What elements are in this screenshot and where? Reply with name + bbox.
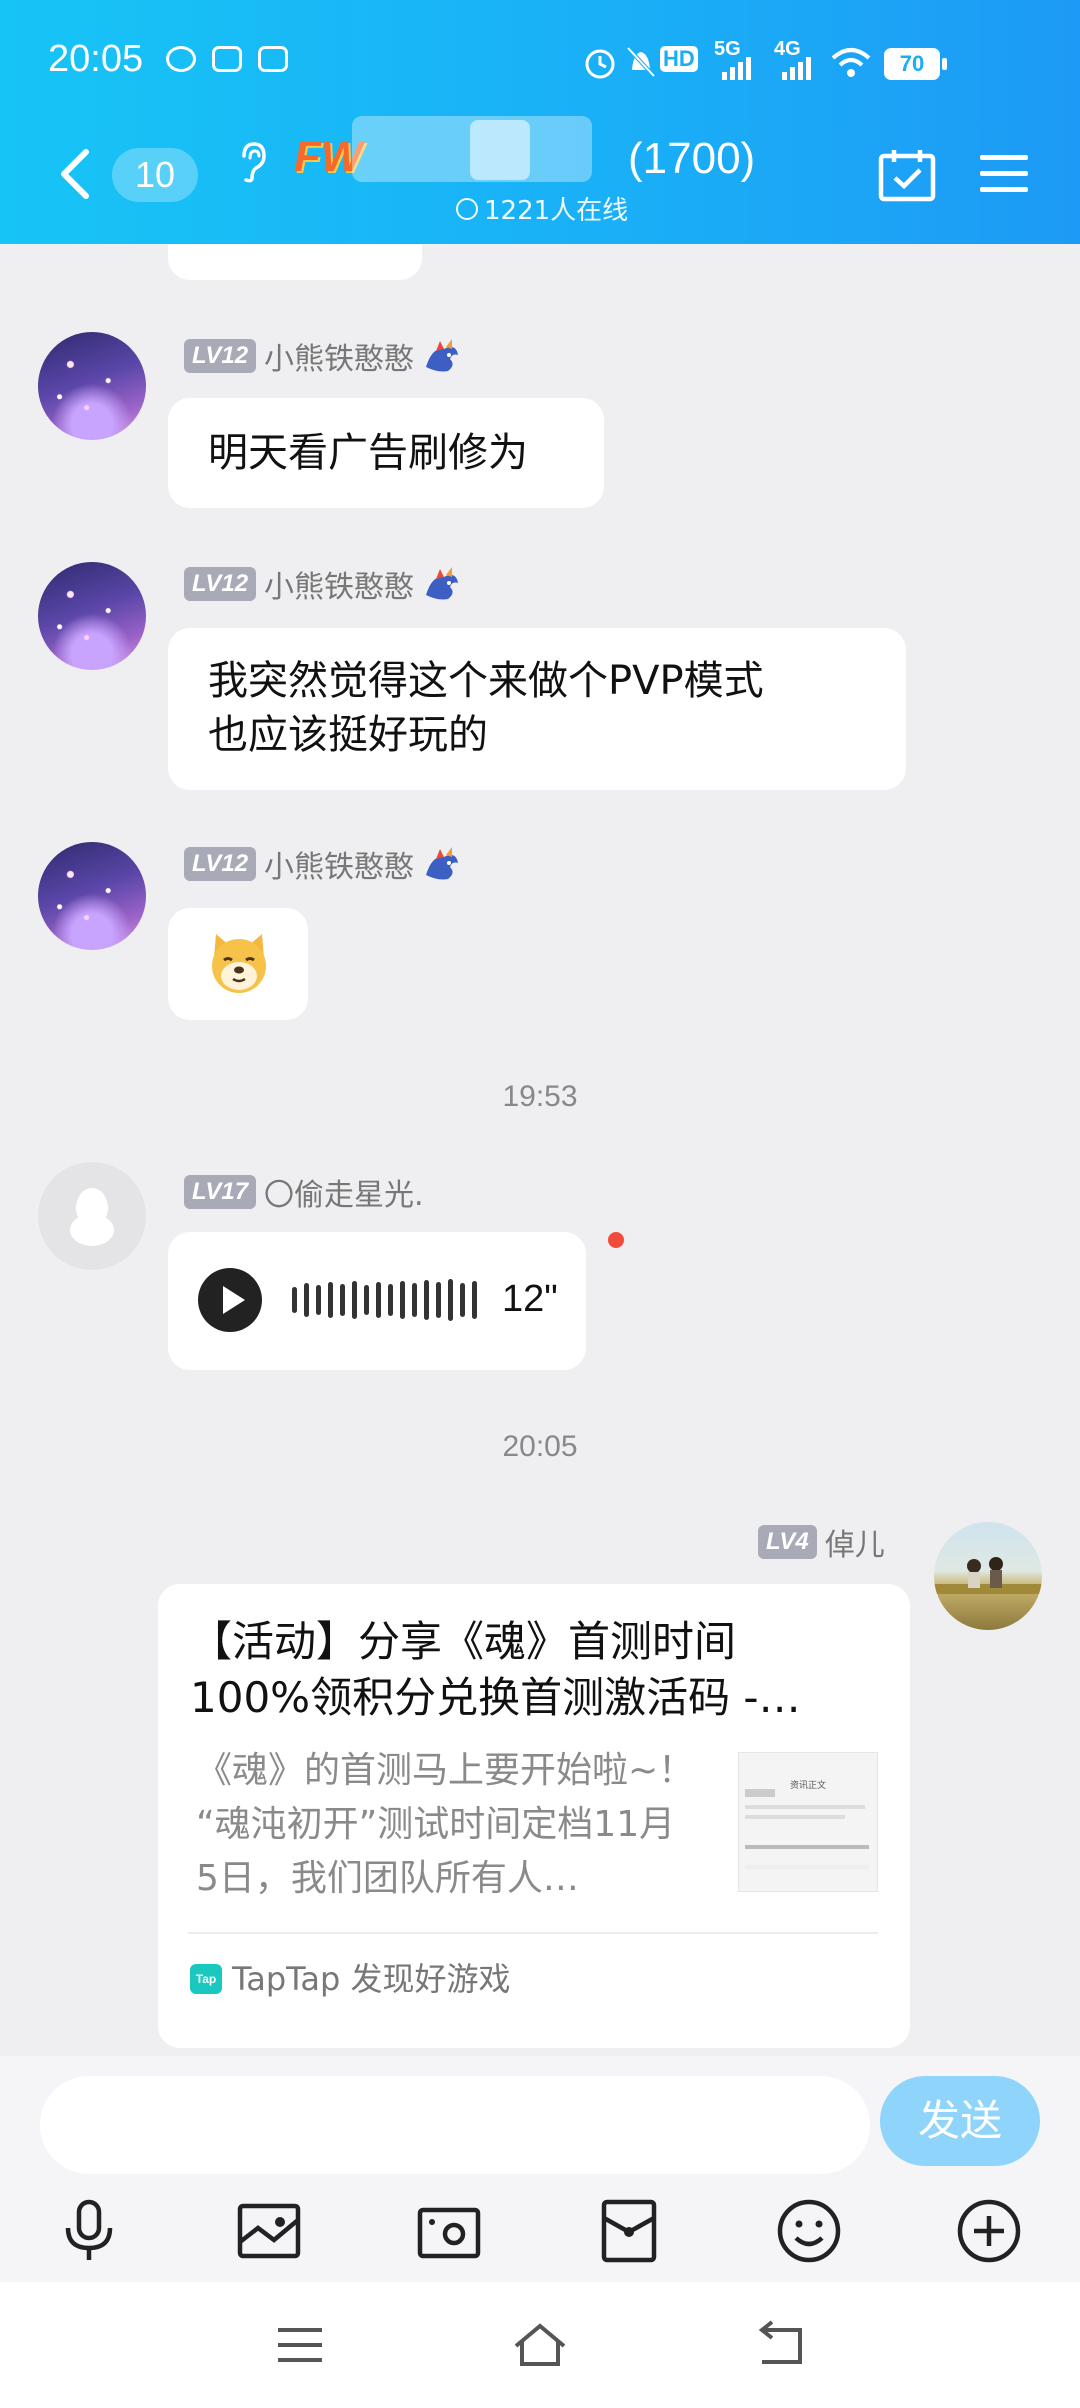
battery-indicator: 70: [884, 48, 947, 80]
doge-emoji-icon: [212, 934, 266, 993]
sender-name[interactable]: 小熊铁憨憨: [264, 842, 414, 886]
dragon-badge-icon: [426, 567, 459, 600]
camera-icon[interactable]: [414, 2196, 484, 2266]
signal-icon: [782, 57, 811, 80]
play-button[interactable]: [198, 1268, 262, 1332]
avatar[interactable]: [38, 562, 146, 670]
level-badge: LV12: [184, 339, 257, 373]
voice-message-bubble[interactable]: 12": [168, 1232, 586, 1370]
image-icon[interactable]: [234, 2196, 304, 2266]
avatar[interactable]: [38, 842, 146, 950]
signal-icon: [722, 57, 751, 80]
unread-count-badge[interactable]: 10: [112, 148, 198, 202]
voice-duration: 12": [502, 1278, 558, 1320]
back-icon[interactable]: [750, 2318, 810, 2372]
card-title[interactable]: 【活动】分享《魂》首测时间 100%领积分兑换首测激活码 -…: [190, 1614, 850, 1726]
default-penguin-avatar-icon: [70, 1188, 114, 1246]
avatar[interactable]: [38, 1162, 146, 1270]
message-composer: 发送: [0, 2056, 1080, 2282]
timestamp: 20:05: [502, 1430, 578, 1463]
sticker-bubble[interactable]: [168, 908, 308, 1020]
avatar[interactable]: [38, 332, 146, 440]
card-description: 《魂》的首测马上要开始啦~！ “魂沌初开”测试时间定档11月 5日，我们团队所有…: [196, 1744, 716, 1906]
online-status: 1221人在线: [456, 190, 628, 227]
sender-row: LV4 倬儿: [758, 1520, 885, 1564]
card-source: Tap TapTap 发现好游戏: [190, 1952, 511, 2006]
alarm-icon: [585, 49, 615, 79]
sender-name[interactable]: 倬儿: [825, 1520, 885, 1564]
send-button[interactable]: 发送: [880, 2076, 1040, 2166]
share-card[interactable]: 【活动】分享《魂》首测时间 100%领积分兑换首测激活码 -… 《魂》的首测马上…: [158, 1584, 910, 2048]
own-avatar[interactable]: [934, 1522, 1042, 1630]
ear-icon[interactable]: [236, 140, 268, 184]
message-text-line: 也应该挺好玩的: [208, 712, 488, 758]
unread-dot: [608, 1232, 624, 1248]
card-desc-line: “魂沌初开”测试时间定档11月: [196, 1804, 676, 1845]
hd-label: HD: [660, 46, 698, 72]
status-bar: 20:05 HD 5G 4G 70: [0, 0, 1080, 120]
system-nav-bar: [0, 2282, 1080, 2408]
sender-row: LV12 小熊铁憨憨: [184, 842, 462, 886]
avatar-photo-icon: [934, 1557, 1042, 1594]
app-notification-icon: [166, 46, 196, 72]
menu-icon[interactable]: [978, 152, 1030, 196]
home-icon[interactable]: [510, 2318, 570, 2372]
sender-row: LV17 〇偷走星光.: [184, 1170, 424, 1214]
sender-row: LV12 小熊铁憨憨: [184, 562, 462, 606]
card-source-text: TapTap 发现好游戏: [232, 1960, 511, 1998]
message-input[interactable]: [40, 2076, 870, 2174]
card-desc-line: 《魂》的首测马上要开始啦~！: [196, 1750, 695, 1791]
card-thumbnail: 资讯正文: [738, 1752, 878, 1892]
app-notification-icon: [212, 46, 242, 72]
card-divider: [188, 1932, 878, 1934]
card-title-line: 【活动】分享《魂》首测时间: [190, 1617, 737, 1666]
mute-icon: [626, 46, 656, 78]
taptap-logo-icon: Tap: [190, 1964, 222, 1994]
online-count-text: 1221人在线: [484, 196, 629, 226]
message-bubble[interactable]: 我突然觉得这个来做个PVP模式 也应该挺好玩的: [168, 628, 906, 790]
menu-icon[interactable]: [270, 2318, 330, 2372]
member-count[interactable]: (1700): [628, 134, 755, 184]
sender-name[interactable]: 小熊铁憨憨: [264, 562, 414, 606]
message-bubble[interactable]: 明天看广告刷修为: [168, 398, 604, 508]
card-desc-line: 5日，我们团队所有人…: [196, 1858, 579, 1899]
message-text: 明天看广告刷修为: [208, 430, 528, 476]
timestamp: 19:53: [502, 1080, 578, 1113]
app-notification-icon: [258, 46, 288, 72]
sender-row: LV12 小熊铁憨憨: [184, 334, 462, 378]
microphone-icon[interactable]: [54, 2196, 124, 2266]
level-badge: LV17: [184, 1175, 257, 1209]
level-badge: LV12: [184, 847, 257, 881]
plus-icon[interactable]: [954, 2196, 1024, 2266]
wifi-icon: [831, 48, 871, 77]
red-packet-icon[interactable]: [594, 2196, 664, 2266]
card-title-line: 100%领积分兑换首测激活码 -…: [190, 1673, 801, 1722]
dragon-badge-icon: [426, 339, 459, 372]
online-icon: [456, 197, 478, 220]
calendar-check-icon[interactable]: [878, 148, 936, 202]
back-arrow-icon[interactable]: [56, 148, 92, 200]
emoji-icon[interactable]: [774, 2196, 844, 2266]
sender-name[interactable]: 〇偷走星光.: [264, 1170, 424, 1214]
chat-header: 20:05 HD 5G 4G 70 10 FW (1700) 1221人在线: [0, 0, 1080, 244]
voice-waveform-icon: [292, 1278, 477, 1322]
level-badge: LV4: [758, 1525, 817, 1559]
redacted-group-name: [470, 120, 530, 180]
chat-message-list[interactable]: LV12 小熊铁憨憨 明天看广告刷修为 LV12 小熊铁憨憨 我突然觉得这个来做…: [0, 244, 1080, 2056]
level-badge: LV12: [184, 567, 257, 601]
status-time: 20:05: [48, 38, 144, 80]
message-text-line: 我突然觉得这个来做个PVP模式: [208, 658, 764, 704]
message-bubble-partial[interactable]: [168, 244, 422, 280]
dragon-badge-icon: [426, 847, 459, 880]
sender-name[interactable]: 小熊铁憨憨: [264, 334, 414, 378]
